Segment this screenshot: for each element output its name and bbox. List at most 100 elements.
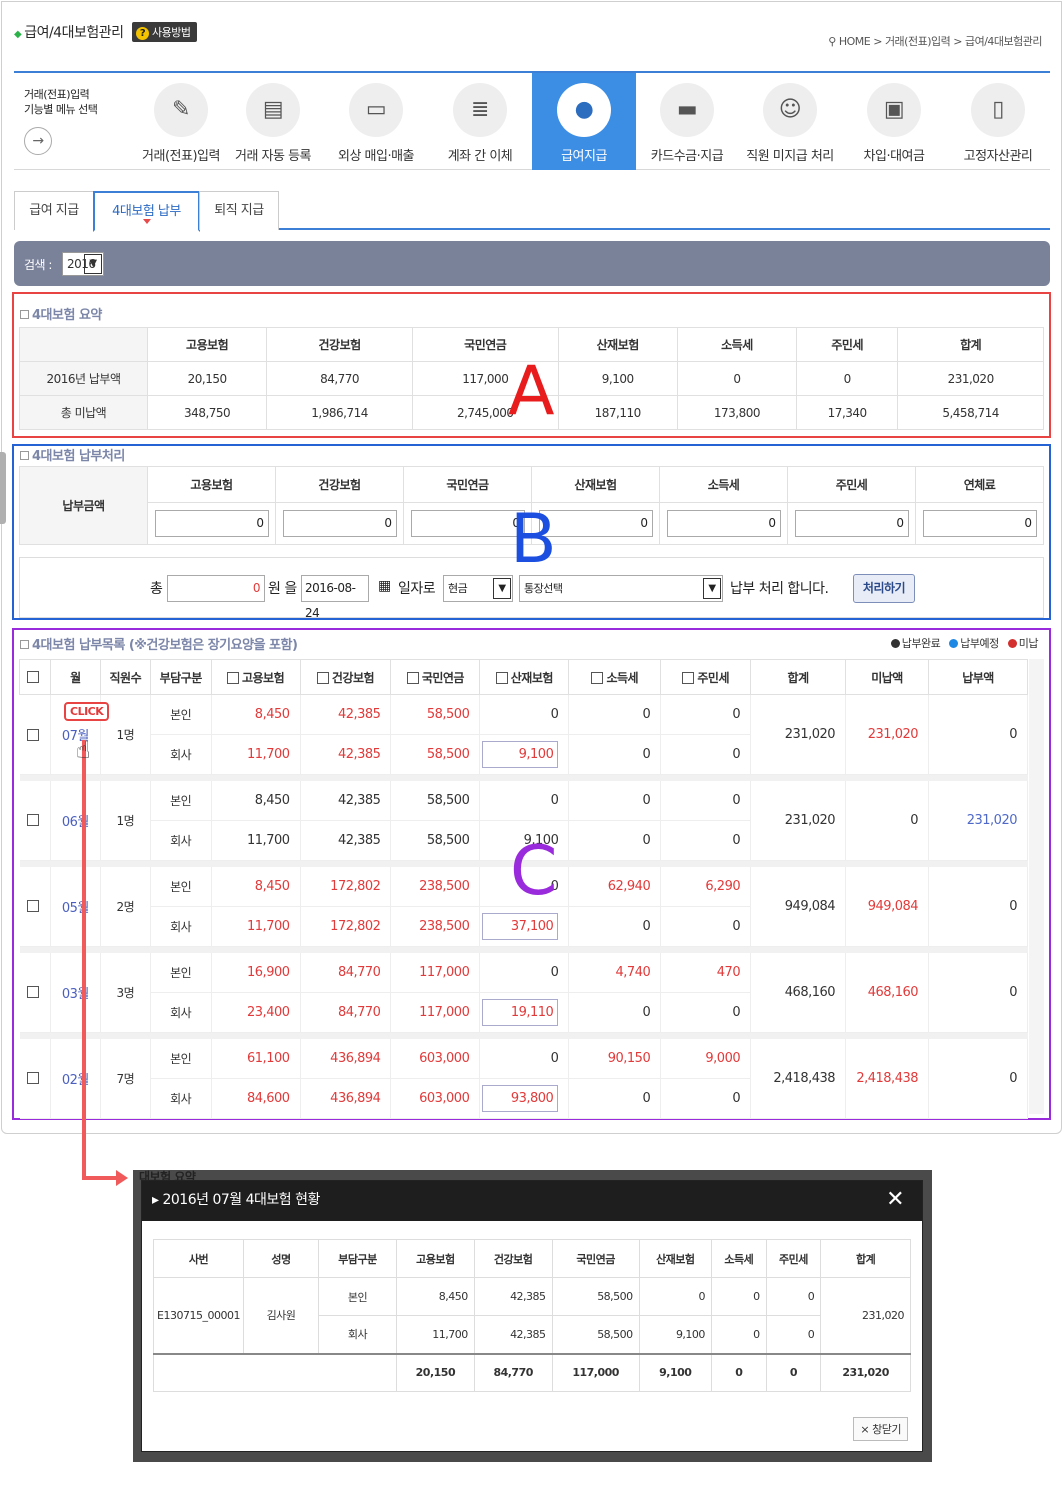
menu-item-fixed-assets[interactable]: ▯ 고정자산관리 [946, 73, 1050, 170]
method-select[interactable]: 현금 ▼ [443, 575, 513, 602]
hand-pointer-icon: ☝ [76, 736, 91, 764]
menu-item-transfer[interactable]: ≣ 계좌 간 이체 [428, 73, 532, 170]
row-checkbox[interactable] [27, 900, 40, 913]
cell: 9,100 [479, 734, 570, 775]
cell: 173,800 [676, 395, 798, 430]
cell: 0 [710, 1315, 767, 1354]
burden-label: 회사 [150, 1078, 212, 1119]
cell: 84,770 [300, 992, 392, 1033]
employment-amount-input[interactable]: 0 [154, 510, 269, 537]
unpaid-cell: 2,418,438 [845, 1038, 930, 1119]
sum-cell: 117,000 [551, 1352, 640, 1392]
total-cell: 231,020 [750, 694, 847, 775]
briefcase-icon: ▣ [867, 83, 921, 137]
square-icon [20, 310, 29, 319]
row-checkbox[interactable] [27, 728, 40, 741]
breadcrumb-text: HOME > 거래(전표)입력 > 급여/4대보험관리 [838, 35, 1043, 48]
page-title: ◆ 급여/4대보험관리 [14, 22, 124, 42]
menu-item-loans[interactable]: ▣ 차입·대여금 [842, 73, 946, 170]
sum-row: 20,150 84,770 117,000 9,100 0 0 231,020 [153, 1352, 911, 1392]
process-button[interactable]: 처리하기 [853, 574, 915, 603]
paid-cell: 0 [928, 1038, 1028, 1119]
menu-item-voucher-entry[interactable]: ✎ 거래(전표)입력 [129, 73, 233, 170]
tab-salary[interactable]: 급여 지급 [14, 191, 94, 230]
burden-label: 본인 [150, 1038, 212, 1079]
help-button[interactable]: ? 사용방법 [132, 22, 198, 42]
cell: 0 [479, 780, 570, 821]
menu-intro: 거래(전표)입력 기능별 메뉴 선택 → [24, 87, 98, 155]
col-header: 주민세 [796, 327, 899, 362]
col-checkbox[interactable] [682, 671, 695, 684]
select-all-checkbox[interactable] [27, 671, 40, 683]
month-link[interactable]: 05월 [50, 866, 101, 947]
close-window-button[interactable]: × 창닫기 [853, 1417, 908, 1441]
scheduled-dot-icon [949, 639, 959, 648]
employee-name: 김사원 [243, 1277, 319, 1354]
menu-item-payroll[interactable]: ● 급여지급 [532, 73, 636, 170]
col-checkbox[interactable] [226, 671, 239, 684]
col-header: 산재보험 [638, 1239, 712, 1278]
cell: 0 [568, 694, 662, 735]
account-select[interactable]: 통장선택 ▼ [519, 575, 723, 602]
menu-item-auto-register[interactable]: ▤ 거래 자동 등록 [221, 73, 325, 170]
chevron-down-icon: ▼ [84, 254, 102, 274]
calendar-icon[interactable]: ▦ [378, 578, 391, 594]
cell: 17,340 [796, 395, 899, 430]
connector-line [82, 740, 86, 1180]
tab-retirement[interactable]: 퇴직 지급 [199, 191, 279, 230]
late-fee-input[interactable]: 0 [922, 510, 1037, 537]
tab-insurance[interactable]: 4대보험 납부 [93, 191, 200, 232]
month-link[interactable]: 06월 [50, 780, 101, 861]
arrow-right-icon[interactable]: → [24, 127, 52, 155]
cell: 238,500 [390, 906, 481, 947]
accident-insurance-input[interactable]: 19,110 [482, 999, 559, 1026]
cell: 436,894 [300, 1078, 392, 1119]
burden-label: 회사 [150, 820, 212, 861]
health-amount-input[interactable]: 0 [282, 510, 397, 537]
year-select[interactable]: 2016 ▼ [62, 252, 104, 276]
col-checkbox[interactable] [495, 671, 508, 684]
pension-amount-input[interactable]: 0 [410, 510, 525, 537]
total-amount-input[interactable]: 0 [167, 575, 265, 602]
cell: 61,100 [211, 1038, 301, 1079]
cell: 42,385 [300, 780, 392, 821]
row-checkbox[interactable] [27, 1072, 40, 1085]
month-link[interactable]: 03월 [50, 952, 101, 1033]
cell: 0 [660, 694, 752, 735]
cell: 0 [710, 1277, 767, 1316]
menu-item-unpaid-staff[interactable]: ☺ 직원 미지급 처리 [738, 73, 842, 170]
summary-title: 4대보험 요약 [20, 304, 102, 323]
col-checkbox[interactable] [316, 671, 329, 684]
date-input[interactable]: 2016-08-24 [301, 575, 369, 620]
cell: 603,000 [390, 1078, 481, 1119]
col-header: 고용보험 [396, 1239, 475, 1278]
cell: 8,450 [211, 866, 301, 907]
cell: 172,802 [300, 906, 392, 947]
cell: 0 [660, 992, 752, 1033]
list-scrollbar[interactable] [1029, 659, 1044, 1114]
accident-insurance-input[interactable]: 9,100 [482, 741, 559, 768]
accident-insurance-input[interactable]: 37,100 [482, 913, 559, 940]
menu-item-credit[interactable]: ▭ 외상 매입·매출 [324, 73, 428, 170]
row-checkbox[interactable] [27, 814, 40, 827]
menu-item-label: 거래(전표)입력 [142, 149, 220, 164]
accident-insurance-input[interactable]: 93,800 [482, 1085, 559, 1112]
row-checkbox[interactable] [27, 986, 40, 999]
month-link[interactable]: 02월 [50, 1038, 101, 1119]
payment-title-text: 4대보험 납부처리 [32, 449, 125, 464]
sum-cell: 84,770 [473, 1352, 553, 1392]
col-checkbox[interactable] [591, 671, 604, 684]
cell: 42,385 [300, 820, 392, 861]
side-handle[interactable] [0, 452, 6, 524]
resident-tax-input[interactable]: 0 [794, 510, 909, 537]
col-checkbox[interactable] [406, 671, 419, 684]
col-header: 건강보험 [473, 1239, 553, 1278]
income-tax-input[interactable]: 0 [666, 510, 781, 537]
menu-item-card[interactable]: ▬ 카드수금·지급 [635, 73, 739, 170]
close-icon[interactable]: ✕ [886, 1181, 904, 1219]
sum-cell: 0 [710, 1352, 767, 1392]
breadcrumb: ⚲ HOME > 거래(전표)입력 > 급여/4대보험관리 [828, 35, 1043, 48]
legend-label: 납부예정 [960, 637, 999, 650]
cell: 42,385 [473, 1277, 553, 1316]
menu-item-label: 직원 미지급 처리 [746, 149, 834, 164]
